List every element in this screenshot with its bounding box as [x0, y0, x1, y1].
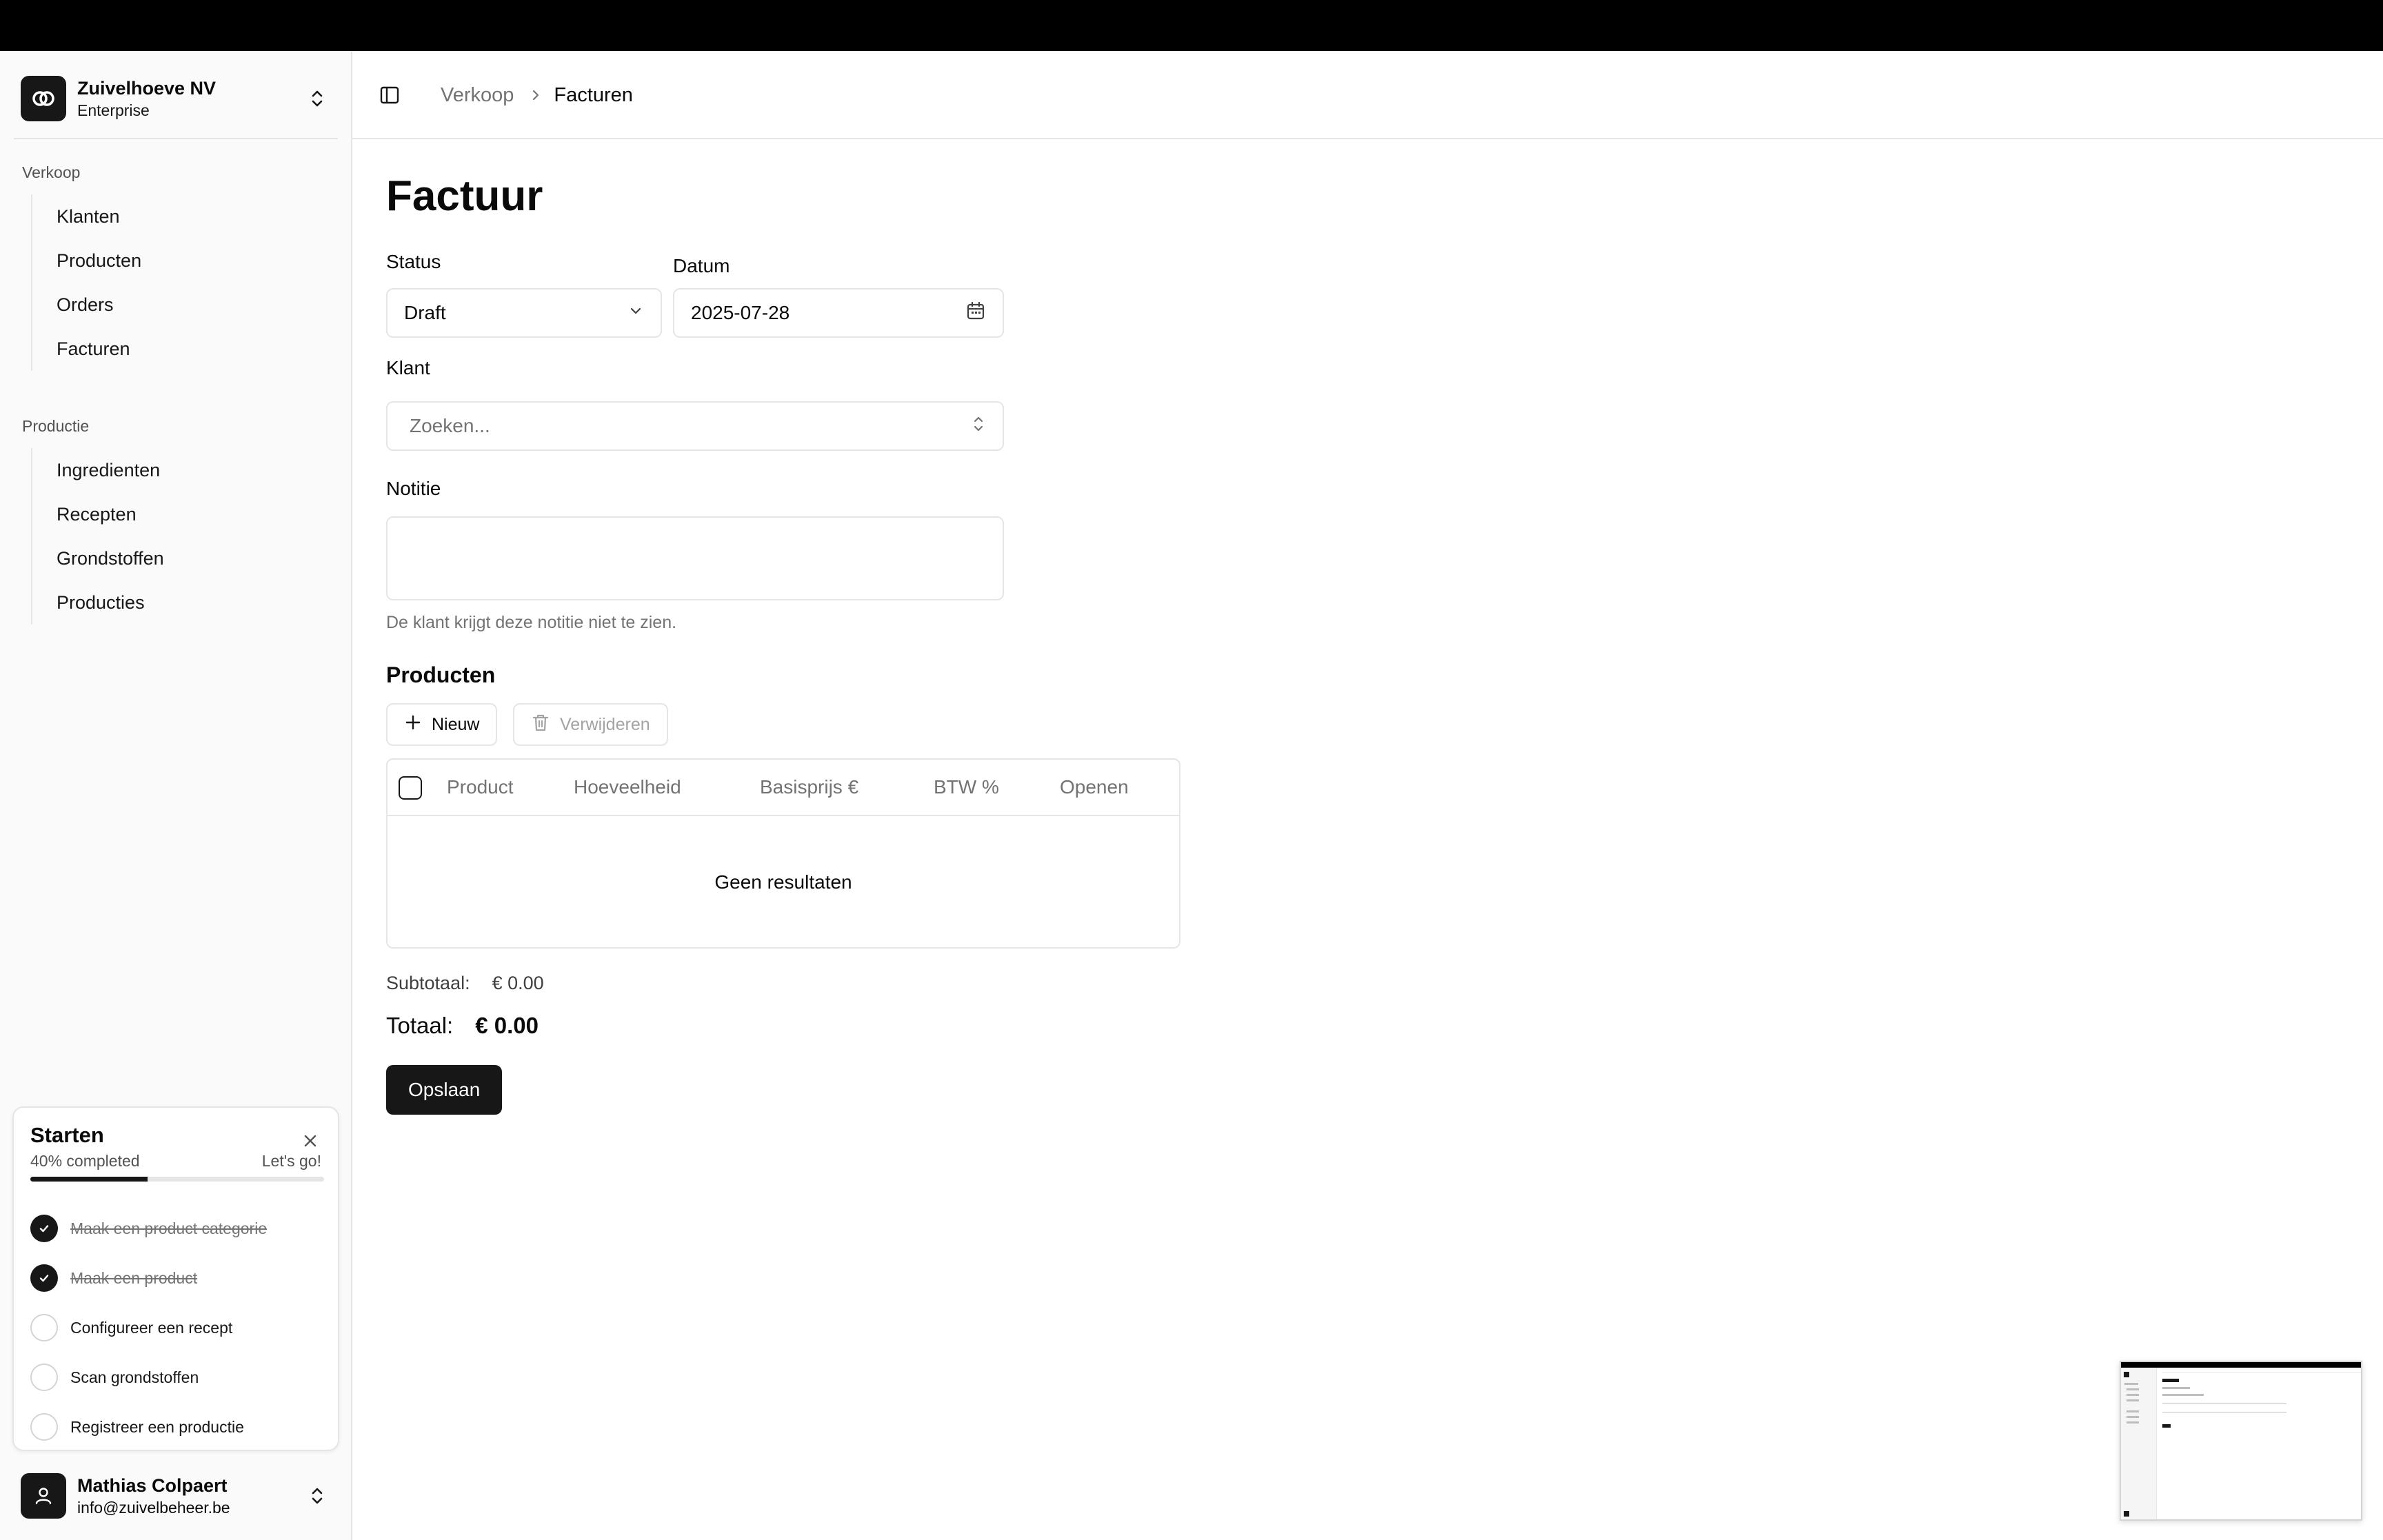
user-name: Mathias Colpaert	[77, 1475, 228, 1496]
chevrons-up-down-icon	[303, 1482, 331, 1510]
check-circle-icon	[30, 1264, 58, 1292]
save-button[interactable]: Opslaan	[386, 1065, 503, 1115]
table-header: Product Hoeveelheid Basisprijs € BTW % O…	[388, 760, 1179, 816]
sidebar-item-orders[interactable]: Orders	[32, 283, 322, 327]
org-plan: Enterprise	[77, 101, 150, 119]
new-product-button[interactable]: Nieuw	[386, 703, 498, 746]
onboarding-task-label: Scan grondstoffen	[70, 1368, 199, 1386]
nav-group-label-verkoop: Verkoop	[22, 163, 81, 181]
breadcrumb-parent-link[interactable]: Verkoop	[441, 84, 514, 107]
onboarding-task[interactable]: Scan grondstoffen	[30, 1362, 327, 1392]
status-select[interactable]: Draft	[386, 288, 662, 338]
nav-group-label-productie: Productie	[22, 417, 90, 435]
table-empty-state: Geen resultaten	[714, 871, 852, 893]
client-combobox[interactable]: Zoeken...	[386, 401, 1004, 451]
close-icon[interactable]	[301, 1131, 320, 1151]
main-header: Verkoop Facturen	[352, 51, 2383, 139]
chevrons-up-down-icon	[303, 85, 331, 112]
date-label: Datum	[673, 255, 730, 276]
org-logo-icon	[21, 76, 66, 121]
onboarding-progress-fill	[30, 1177, 148, 1182]
org-switcher[interactable]: Zuivelhoeve NV Enterprise	[21, 72, 331, 125]
sidebar-item-producties[interactable]: Producties	[32, 580, 322, 625]
nav-list-verkoop: Klanten Producten Orders Facturen	[31, 194, 322, 371]
chevrons-up-down-icon	[971, 414, 986, 439]
delete-product-button-label: Verwijderen	[560, 714, 650, 734]
onboarding-title: Starten	[30, 1123, 104, 1147]
breadcrumb: Verkoop Facturen	[441, 81, 633, 109]
onboarding-task-label: Maak een product	[70, 1268, 198, 1287]
user-menu[interactable]: Mathias Colpaert info@zuivelbeheer.be	[21, 1471, 331, 1521]
onboarding-task-label: Registreer een productie	[70, 1417, 244, 1436]
column-header-base-price[interactable]: Basisprijs €	[760, 760, 858, 815]
chevron-down-icon	[627, 302, 644, 324]
status-label: Status	[386, 251, 441, 272]
org-name: Zuivelhoeve NV	[77, 78, 217, 99]
subtotal-value: € 0.00	[492, 973, 544, 993]
calendar-icon[interactable]	[965, 301, 986, 326]
onboarding-progress-bar	[30, 1177, 324, 1182]
nav-list-productie: Ingredienten Recepten Grondstoffen Produ…	[31, 448, 322, 625]
column-header-vat[interactable]: BTW %	[934, 760, 999, 815]
onboarding-task[interactable]: Maak een product categorie	[30, 1213, 327, 1244]
status-select-value: Draft	[404, 302, 446, 323]
column-header-open[interactable]: Openen	[1060, 760, 1129, 815]
sidebar-item-facturen[interactable]: Facturen	[32, 327, 322, 371]
user-icon	[21, 1473, 66, 1519]
top-black-bar	[0, 0, 2383, 51]
onboarding-task[interactable]: Maak een product	[30, 1263, 327, 1293]
onboarding-task-label: Maak een product categorie	[70, 1219, 268, 1237]
onboarding-task-label: Configureer een recept	[70, 1318, 233, 1337]
subtotal-row: Subtotaal: € 0.00	[386, 973, 544, 994]
delete-product-button[interactable]: Verwijderen	[513, 703, 668, 746]
subtotal-label: Subtotaal:	[386, 973, 470, 993]
user-email: info@zuivelbeheer.be	[77, 1499, 230, 1517]
client-combobox-placeholder: Zoeken...	[410, 415, 490, 436]
sidebar-item-klanten[interactable]: Klanten	[32, 194, 322, 239]
check-circle-icon	[30, 1215, 58, 1242]
select-all-checkbox[interactable]	[399, 776, 422, 800]
total-label: Totaal:	[386, 1013, 454, 1038]
onboarding-card: Starten 40% completed Let's go! Maak een…	[12, 1106, 339, 1451]
onboarding-task[interactable]: Registreer een productie	[30, 1412, 327, 1442]
onboarding-cta: Let's go!	[261, 1152, 321, 1170]
column-header-product[interactable]: Product	[447, 760, 514, 815]
screen-thumbnail[interactable]	[2120, 1361, 2362, 1521]
date-field[interactable]: 2025-07-28	[673, 288, 1004, 338]
onboarding-task[interactable]: Configureer een recept	[30, 1313, 327, 1343]
date-field-value: 2025-07-28	[691, 302, 790, 323]
onboarding-progress-text: 40% completed	[30, 1152, 140, 1170]
products-section-title: Producten	[386, 662, 496, 687]
empty-circle-icon	[30, 1314, 58, 1341]
total-value: € 0.00	[475, 1013, 539, 1038]
products-table: Product Hoeveelheid Basisprijs € BTW % O…	[386, 758, 1180, 949]
breadcrumb-current: Facturen	[554, 83, 633, 106]
trash-icon	[531, 713, 560, 737]
total-row: Totaal: € 0.00	[386, 1013, 539, 1039]
page-title: Factuur	[386, 172, 543, 220]
sidebar-item-recepten[interactable]: Recepten	[32, 492, 322, 536]
note-hint: De klant krijgt deze notitie niet te zie…	[386, 613, 677, 632]
sidebar-item-grondstoffen[interactable]: Grondstoffen	[32, 536, 322, 580]
note-label: Notitie	[386, 478, 441, 499]
client-label: Klant	[386, 357, 430, 378]
plus-icon	[404, 713, 432, 736]
note-textarea[interactable]	[386, 516, 1004, 600]
column-header-quantity[interactable]: Hoeveelheid	[574, 760, 681, 815]
new-product-button-label: Nieuw	[432, 714, 480, 734]
empty-circle-icon	[30, 1413, 58, 1441]
sidebar-item-producten[interactable]: Producten	[32, 239, 322, 283]
empty-circle-icon	[30, 1364, 58, 1391]
sidebar-divider	[14, 138, 338, 139]
sidebar-item-ingredienten[interactable]: Ingredienten	[32, 448, 322, 492]
sidebar-toggle-icon[interactable]	[376, 81, 403, 109]
chevron-right-icon	[530, 88, 541, 103]
